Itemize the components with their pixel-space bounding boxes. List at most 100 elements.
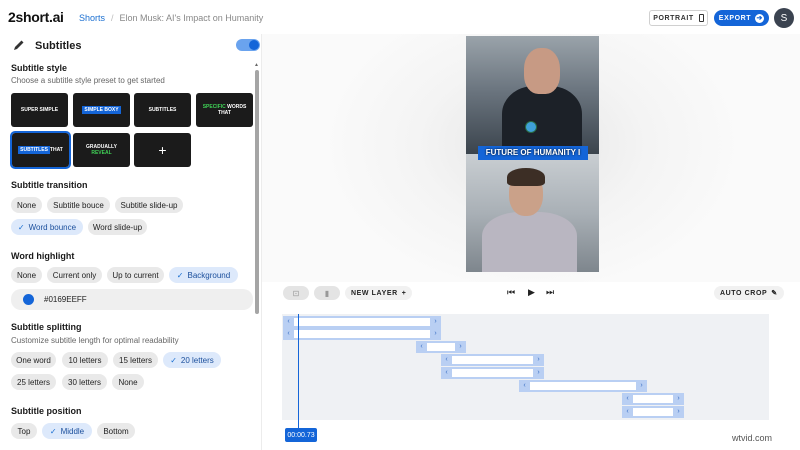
clip-start-handle[interactable]: ‹ bbox=[622, 393, 633, 405]
timeline-clip[interactable]: ‹ › bbox=[441, 367, 544, 379]
preset-label: SIMPLE BOXY bbox=[82, 105, 121, 115]
clip-end-handle[interactable]: › bbox=[533, 354, 544, 366]
clip-start-handle[interactable]: ‹ bbox=[416, 341, 427, 353]
top-bar: 2short.ai Shorts / Elon Musk: AI's Impac… bbox=[0, 0, 800, 34]
speaker-head bbox=[524, 48, 560, 94]
check-icon: ✓ bbox=[49, 426, 57, 436]
speaker-hair bbox=[507, 168, 545, 186]
color-value: #0169EEFF bbox=[44, 295, 87, 304]
subtitle-position-title: Subtitle position bbox=[11, 406, 82, 416]
timeline-clip[interactable]: ‹ › bbox=[622, 393, 684, 405]
export-button[interactable]: EXPORT ➔ bbox=[714, 10, 769, 26]
preset-label: SUBTITLES THAT bbox=[18, 145, 63, 154]
preset-label-line1: GRADUALLY bbox=[86, 143, 117, 150]
highlight-current-only[interactable]: Current only bbox=[47, 267, 102, 283]
highlight-up-to-current[interactable]: Up to current bbox=[107, 267, 164, 283]
avatar[interactable]: S bbox=[774, 8, 794, 28]
preset-specific-words[interactable]: SPECIFIC WORDS THAT bbox=[196, 93, 253, 127]
split-15-letters[interactable]: 15 letters bbox=[113, 352, 158, 368]
highlight-color-picker[interactable]: #0169EEFF bbox=[11, 289, 253, 310]
scroll-up-icon[interactable]: ▲ bbox=[254, 62, 259, 68]
new-layer-label: NEW LAYER bbox=[351, 289, 398, 297]
video-preview[interactable]: FUTURE OF HUMANITY I bbox=[466, 36, 599, 272]
check-icon: ✓ bbox=[170, 355, 177, 365]
highlight-background[interactable]: ✓ Background bbox=[169, 267, 238, 283]
skip-forward-icon[interactable]: ⏭ bbox=[546, 287, 554, 298]
app-logo[interactable]: 2short.ai bbox=[8, 9, 64, 25]
timeline[interactable]: ‹ › ‹ › ‹ › ‹ › ‹ › ‹ › ‹ › ‹ › bbox=[282, 314, 769, 420]
clip-start-handle[interactable]: ‹ bbox=[622, 406, 633, 418]
preset-label-rest: THAT bbox=[49, 146, 63, 153]
clip-end-handle[interactable]: › bbox=[636, 380, 647, 392]
transition-subtitle-slide-up[interactable]: Subtitle slide-up bbox=[115, 197, 183, 213]
skip-back-icon[interactable]: ⏮ bbox=[507, 287, 515, 298]
preset-label: SUBTITLES bbox=[148, 106, 177, 113]
transition-word-bounce[interactable]: ✓ Word bounce bbox=[11, 219, 83, 235]
preset-gradually-reveal[interactable]: GRADUALLY REVEAL bbox=[73, 133, 130, 167]
portrait-label: PORTRAIT bbox=[653, 14, 694, 22]
transition-subtitle-bouce[interactable]: Subtitle bouce bbox=[47, 197, 110, 213]
timeline-clip[interactable]: ‹ › bbox=[283, 328, 441, 340]
trash-icon: ▮ bbox=[324, 288, 330, 298]
check-icon: ✓ bbox=[17, 222, 25, 232]
preset-label: SUPER SIMPLE bbox=[20, 106, 59, 113]
position-middle[interactable]: ✓ Middle bbox=[42, 423, 92, 439]
magic-wand-icon: ✎ bbox=[771, 290, 778, 297]
new-layer-button[interactable]: NEW LAYER + bbox=[345, 286, 413, 300]
split-none[interactable]: None bbox=[112, 374, 144, 390]
portrait-button[interactable]: PORTRAIT bbox=[649, 10, 708, 26]
split-one-word[interactable]: One word bbox=[11, 352, 56, 368]
timeline-clip[interactable]: ‹ › bbox=[622, 406, 684, 418]
playhead[interactable] bbox=[298, 314, 299, 428]
subtitle-transition-title: Subtitle transition bbox=[11, 180, 88, 190]
position-bottom[interactable]: Bottom bbox=[97, 423, 135, 439]
timeline-clip[interactable]: ‹ › bbox=[441, 354, 544, 366]
auto-crop-label: AUTO CROP bbox=[720, 289, 768, 297]
clip-end-handle[interactable]: › bbox=[533, 367, 544, 379]
clip-end-handle[interactable]: › bbox=[430, 316, 441, 328]
timeline-clip[interactable]: ‹ › bbox=[416, 341, 466, 353]
panel-title: Subtitles bbox=[35, 40, 82, 52]
subtitles-toggle[interactable] bbox=[236, 39, 260, 51]
arrow-right-icon: ➔ bbox=[755, 13, 765, 23]
clip-start-handle[interactable]: ‹ bbox=[283, 328, 294, 340]
clip-end-handle[interactable]: › bbox=[430, 328, 441, 340]
subtitles-panel: Subtitles ▲ Subtitle style Choose a subt… bbox=[0, 34, 262, 450]
preset-subtitles[interactable]: SUBTITLES bbox=[134, 93, 191, 127]
split-20-letters[interactable]: ✓ 20 letters bbox=[163, 352, 221, 368]
preset-subtitles-that[interactable]: SUBTITLES THAT bbox=[10, 131, 71, 169]
clip-start-handle[interactable]: ‹ bbox=[519, 380, 530, 392]
preset-simple-boxy[interactable]: SIMPLE BOXY bbox=[73, 93, 130, 127]
position-top[interactable]: Top bbox=[11, 423, 37, 439]
subtitle-style-subtitle: Choose a subtitle style preset to get st… bbox=[11, 76, 165, 85]
highlight-none[interactable]: None bbox=[11, 267, 42, 283]
timeline-clip[interactable]: ‹ › bbox=[519, 380, 647, 392]
timeline-clip[interactable]: ‹ › bbox=[283, 316, 441, 328]
clip-start-handle[interactable]: ‹ bbox=[441, 367, 452, 379]
panel-scrollbar[interactable] bbox=[255, 70, 259, 314]
plus-icon: + bbox=[158, 141, 167, 158]
clip-end-handle[interactable]: › bbox=[673, 406, 684, 418]
preset-label-line2: REVEAL bbox=[91, 150, 112, 156]
transition-none[interactable]: None bbox=[11, 197, 42, 213]
plus-icon: + bbox=[401, 289, 407, 297]
split-10-letters[interactable]: 10 letters bbox=[62, 352, 108, 368]
color-swatch[interactable] bbox=[23, 294, 34, 305]
play-icon[interactable]: ▶ bbox=[528, 287, 535, 298]
auto-crop-button[interactable]: AUTO CROP ✎ bbox=[714, 286, 784, 300]
speaker-body bbox=[482, 212, 577, 272]
breadcrumb-shorts-link[interactable]: Shorts bbox=[79, 13, 105, 23]
preset-super-simple[interactable]: SUPER SIMPLE bbox=[11, 93, 68, 127]
crop-button[interactable]: ⊡ bbox=[283, 286, 309, 300]
clip-start-handle[interactable]: ‹ bbox=[283, 316, 294, 328]
crop-icon: ⊡ bbox=[292, 288, 300, 298]
add-preset-button[interactable]: + bbox=[134, 133, 191, 167]
delete-button[interactable]: ▮ bbox=[314, 286, 340, 300]
clip-end-handle[interactable]: › bbox=[673, 393, 684, 405]
clip-end-handle[interactable]: › bbox=[455, 341, 466, 353]
subtitle-style-title: Subtitle style bbox=[11, 63, 68, 73]
clip-start-handle[interactable]: ‹ bbox=[441, 354, 452, 366]
split-25-letters[interactable]: 25 letters bbox=[11, 374, 56, 390]
split-30-letters[interactable]: 30 letters bbox=[62, 374, 107, 390]
transition-word-slide-up[interactable]: Word slide-up bbox=[88, 219, 147, 235]
